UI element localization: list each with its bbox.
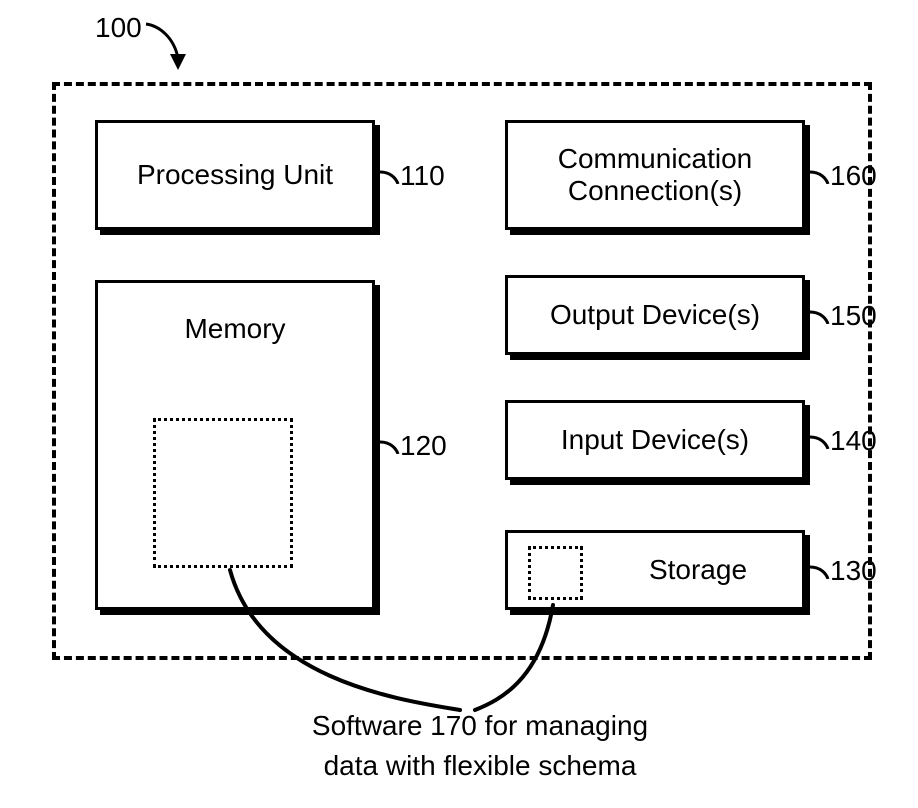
caption-line-2: data with flexible schema xyxy=(280,750,680,782)
diagram-canvas: 100 Processing Unit 110 Memory 120 Commu… xyxy=(0,0,918,808)
caption-line-1: Software 170 for managing xyxy=(280,710,680,742)
leader-lines-icon xyxy=(0,0,918,808)
